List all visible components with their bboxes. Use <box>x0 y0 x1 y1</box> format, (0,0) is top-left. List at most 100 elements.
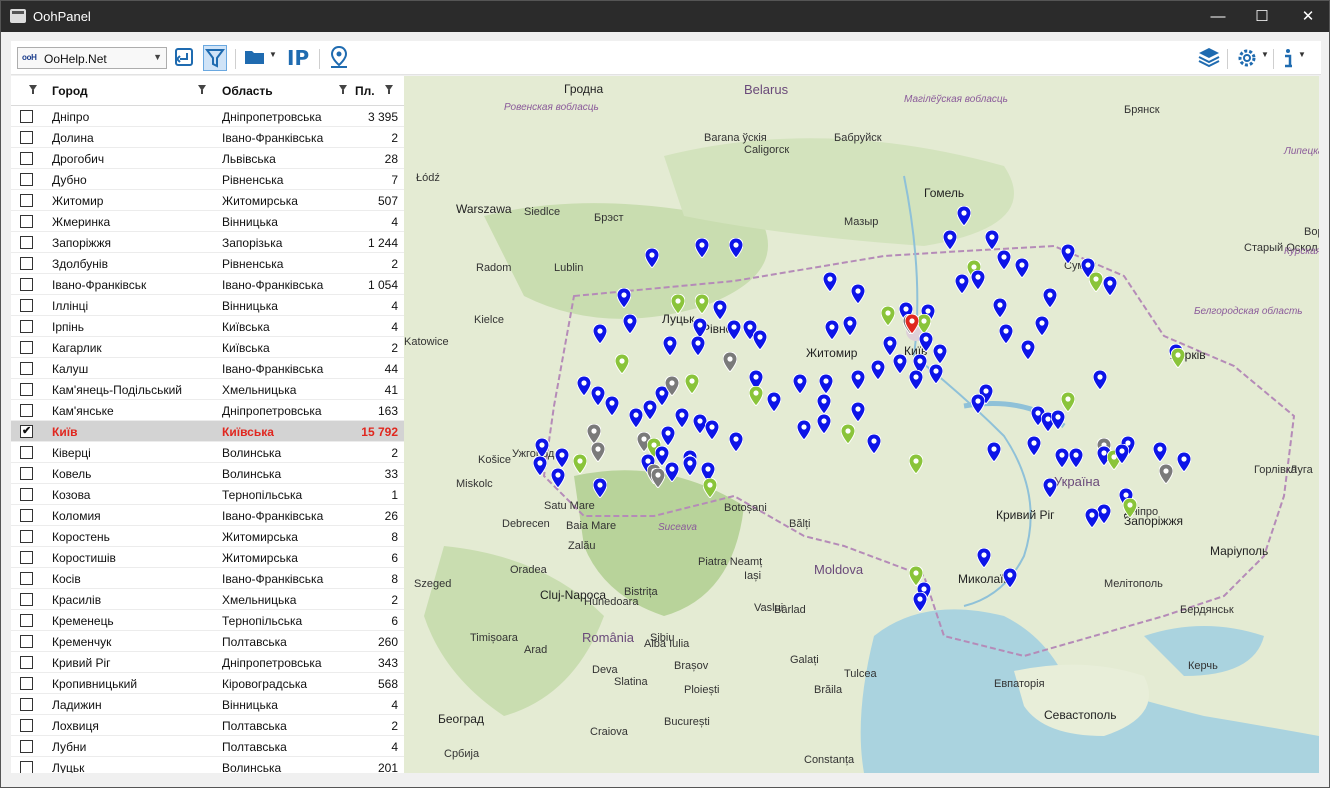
source-select[interactable]: ooH OoHelp.Net ▼ <box>17 47 167 69</box>
row-checkbox[interactable] <box>20 446 33 459</box>
table-row[interactable]: Косів Івано-Франківська 8 <box>11 568 404 589</box>
map-marker-icon[interactable] <box>904 313 920 335</box>
map-marker-icon[interactable] <box>712 299 728 321</box>
row-checkbox[interactable] <box>20 320 33 333</box>
map-marker-icon[interactable] <box>1084 507 1100 529</box>
row-checkbox[interactable] <box>20 677 33 690</box>
map-marker-icon[interactable] <box>664 461 680 483</box>
table-row[interactable]: Івано-Франківськ Івано-Франківська 1 054 <box>11 274 404 295</box>
row-checkbox[interactable] <box>20 656 33 669</box>
table-row[interactable]: Коростень Житомирська 8 <box>11 526 404 547</box>
table-row[interactable]: Коростишів Житомирська 6 <box>11 547 404 568</box>
map-marker-icon[interactable] <box>1158 463 1174 485</box>
map-marker-icon[interactable] <box>590 441 606 463</box>
row-checkbox[interactable] <box>20 551 33 564</box>
map-marker-icon[interactable] <box>1170 347 1186 369</box>
map-marker-icon[interactable] <box>996 249 1012 271</box>
filter-icon[interactable] <box>29 85 37 94</box>
map-marker-icon[interactable] <box>956 205 972 227</box>
table-row[interactable]: Луцьк Волинська 201 <box>11 757 404 773</box>
map-marker-icon[interactable] <box>592 323 608 345</box>
map-marker-icon[interactable] <box>816 413 832 435</box>
info-dropdown-icon[interactable]: ▼ <box>1298 50 1306 59</box>
map-marker-icon[interactable] <box>918 331 934 353</box>
table-row[interactable]: Ірпінь Київська 4 <box>11 316 404 337</box>
map-marker-icon[interactable] <box>586 423 602 445</box>
table-row[interactable]: Дніпро Дніпропетровська 3 395 <box>11 106 404 127</box>
map-marker-icon[interactable] <box>792 373 808 395</box>
row-checkbox[interactable] <box>20 614 33 627</box>
map-marker-icon[interactable] <box>986 441 1002 463</box>
map-marker-icon[interactable] <box>622 313 638 335</box>
map-marker-icon[interactable] <box>818 373 834 395</box>
table-row[interactable]: Калуш Івано-Франківська 44 <box>11 358 404 379</box>
map-marker-icon[interactable] <box>726 319 742 341</box>
filter-icon[interactable] <box>339 85 347 94</box>
map-marker-icon[interactable] <box>1054 447 1070 469</box>
row-checkbox[interactable] <box>20 299 33 312</box>
map-marker-icon[interactable] <box>850 283 866 305</box>
map-marker-icon[interactable] <box>866 433 882 455</box>
row-checkbox[interactable] <box>20 761 33 773</box>
row-checkbox[interactable] <box>20 404 33 417</box>
row-checkbox[interactable] <box>20 424 33 438</box>
map-marker-icon[interactable] <box>892 353 908 375</box>
map-marker-icon[interactable] <box>908 369 924 391</box>
row-checkbox[interactable] <box>20 530 33 543</box>
map-marker-icon[interactable] <box>1042 477 1058 499</box>
map-marker-icon[interactable] <box>532 455 548 477</box>
map-marker-icon[interactable] <box>1088 271 1104 293</box>
row-checkbox[interactable] <box>20 341 33 354</box>
maximize-button[interactable]: ☐ <box>1239 1 1285 32</box>
folder-button[interactable] <box>243 45 267 71</box>
map-marker-icon[interactable] <box>842 315 858 337</box>
gear-icon[interactable] <box>1235 45 1259 74</box>
map-marker-icon[interactable] <box>1060 391 1076 413</box>
map-marker-icon[interactable] <box>650 467 666 489</box>
map-marker-icon[interactable] <box>1042 287 1058 309</box>
table-row[interactable]: Ладижин Вінницька 4 <box>11 694 404 715</box>
map-marker-icon[interactable] <box>1176 451 1192 473</box>
row-checkbox[interactable] <box>20 698 33 711</box>
map-marker-icon[interactable] <box>576 375 592 397</box>
filter-button[interactable] <box>203 45 227 71</box>
map-marker-icon[interactable] <box>674 407 690 429</box>
table-row[interactable]: Кривий Ріг Дніпропетровська 343 <box>11 652 404 673</box>
info-icon[interactable] <box>1281 45 1295 74</box>
row-checkbox[interactable] <box>20 278 33 291</box>
table-row[interactable]: Коломия Івано-Франківська 26 <box>11 505 404 526</box>
table-row[interactable]: Кременчук Полтавська 260 <box>11 631 404 652</box>
map-marker-icon[interactable] <box>822 271 838 293</box>
map-marker-icon[interactable] <box>662 335 678 357</box>
row-checkbox[interactable] <box>20 257 33 270</box>
table-row[interactable]: Дрогобич Львівська 28 <box>11 148 404 169</box>
map-marker-icon[interactable] <box>1092 369 1108 391</box>
map-marker-icon[interactable] <box>998 323 1014 345</box>
table-row[interactable]: Долина Івано-Франківська 2 <box>11 127 404 148</box>
map-marker-icon[interactable] <box>916 313 932 335</box>
map-marker-icon[interactable] <box>748 385 764 407</box>
map-marker-icon[interactable] <box>722 351 738 373</box>
map-marker-icon[interactable] <box>644 247 660 269</box>
row-checkbox[interactable] <box>20 488 33 501</box>
map-marker-icon[interactable] <box>1020 339 1036 361</box>
row-checkbox[interactable] <box>20 215 33 228</box>
ip-button[interactable]: IP <box>287 45 309 71</box>
map-marker-icon[interactable] <box>554 447 570 469</box>
row-checkbox[interactable] <box>20 362 33 375</box>
map-marker-icon[interactable] <box>692 317 708 339</box>
map-marker-icon[interactable] <box>590 385 606 407</box>
row-checkbox[interactable] <box>20 131 33 144</box>
close-button[interactable]: ✕ <box>1285 1 1330 32</box>
location-pin-button[interactable] <box>327 45 351 71</box>
map-marker-icon[interactable] <box>690 335 706 357</box>
map-marker-icon[interactable] <box>1026 435 1042 457</box>
row-checkbox[interactable] <box>20 467 33 480</box>
column-header-count[interactable]: Пл. <box>355 84 375 98</box>
map-marker-icon[interactable] <box>1152 441 1168 463</box>
row-checkbox[interactable] <box>20 194 33 207</box>
map-marker-icon[interactable] <box>728 431 744 453</box>
map-marker-icon[interactable] <box>670 293 686 315</box>
table-row[interactable]: Житомир Житомирська 507 <box>11 190 404 211</box>
map-marker-icon[interactable] <box>850 401 866 423</box>
